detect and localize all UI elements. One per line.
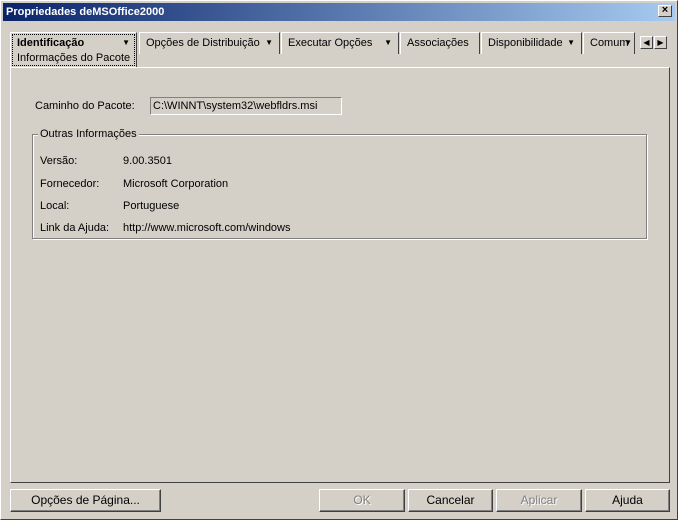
tab-opcoes-distribuicao[interactable]: Opções de Distribuição ▼ — [139, 32, 280, 54]
other-info-title: Outras Informações — [38, 127, 139, 141]
tab-scroll-left-button[interactable]: ◀ — [640, 36, 653, 49]
tab-identificacao[interactable]: Identificação ▼ Informações do Pacote — [10, 32, 137, 68]
locale-label: Local: — [40, 200, 70, 212]
version-value: 9.00.3501 — [123, 155, 172, 167]
page-options-button[interactable]: Opções de Página... — [10, 489, 161, 512]
tab-identificacao-sublabel: Informações do Pacote — [17, 52, 131, 64]
tab-label: Comum — [590, 37, 629, 49]
tab-label: Disponibilidade — [488, 37, 563, 49]
arrow-left-icon: ◀ — [643, 38, 650, 47]
chevron-down-icon[interactable]: ▼ — [624, 33, 632, 53]
help-link-label: Link da Ajuda: — [40, 222, 110, 234]
locale-value: Portuguese — [123, 200, 180, 212]
package-path-label: Caminho do Pacote: — [35, 100, 135, 112]
vendor-value: Microsoft Corporation — [123, 178, 229, 190]
package-path-field[interactable]: C:\WINNT\system32\webfldrs.msi — [150, 97, 342, 115]
properties-window: Propriedades deMSOffice2000 × Identifica… — [0, 0, 678, 520]
help-button[interactable]: Ajuda — [585, 489, 670, 512]
tab-strip: Identificação ▼ Informações do Pacote Op… — [10, 32, 670, 68]
package-path-value: C:\WINNT\system32\webfldrs.msi — [153, 100, 318, 112]
title-bar[interactable]: Propriedades deMSOffice2000 × — [3, 3, 675, 21]
arrow-right-icon: ▶ — [657, 38, 664, 47]
help-link-value: http://www.microsoft.com/windows — [123, 222, 291, 234]
chevron-down-icon[interactable]: ▼ — [122, 33, 130, 53]
tab-label: Opções de Distribuição — [146, 37, 260, 49]
tab-label: Executar Opções — [288, 37, 373, 49]
tab-associacoes[interactable]: Associações — [400, 32, 480, 54]
version-label: Versão: — [40, 155, 78, 167]
tab-identificacao-label: Identificação — [17, 37, 85, 49]
tab-scroll-right-button[interactable]: ▶ — [654, 36, 667, 49]
tab-disponibilidade[interactable]: Disponibilidade ▼ — [481, 32, 582, 54]
tab-executar-opcoes[interactable]: Executar Opções ▼ — [281, 32, 399, 54]
chevron-down-icon[interactable]: ▼ — [265, 33, 273, 53]
cancel-button[interactable]: Cancelar — [408, 489, 493, 512]
close-button[interactable]: × — [658, 5, 672, 17]
tab-comum[interactable]: Comum ▼ — [583, 32, 635, 54]
tab-label: Associações — [407, 37, 469, 49]
chevron-down-icon[interactable]: ▼ — [567, 33, 575, 53]
window-title: Propriedades deMSOffice2000 — [6, 6, 165, 18]
close-icon: × — [661, 4, 669, 16]
apply-button[interactable]: Aplicar — [496, 489, 582, 512]
vendor-label: Fornecedor: — [40, 178, 100, 190]
ok-button[interactable]: OK — [319, 489, 405, 512]
chevron-down-icon[interactable]: ▼ — [384, 33, 392, 53]
